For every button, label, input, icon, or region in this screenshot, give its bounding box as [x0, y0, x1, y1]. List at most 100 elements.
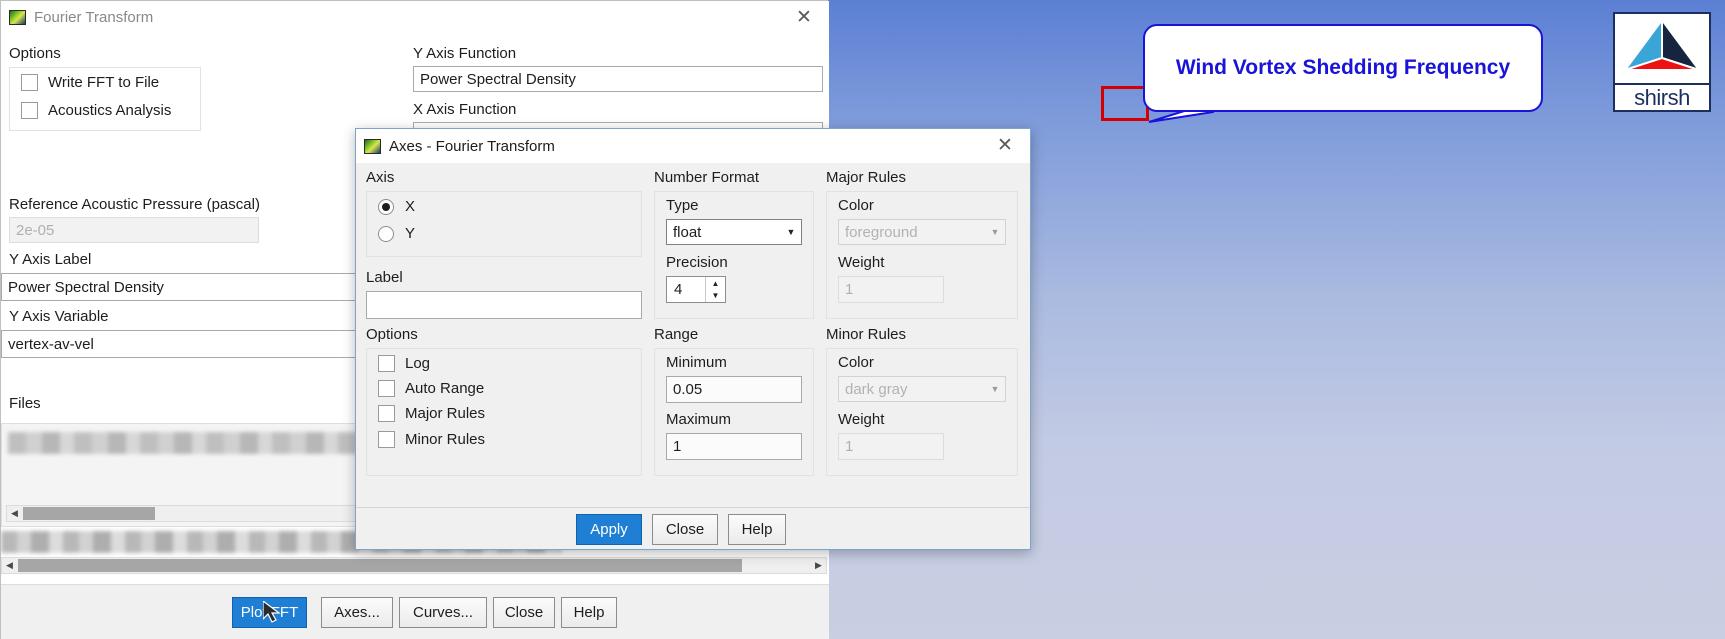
y-axis-label-field[interactable]: Power Spectral Density — [1, 273, 381, 301]
minor-weight-label: Weight — [838, 411, 885, 428]
maximum-input[interactable]: 1 — [666, 433, 802, 460]
major-color-combobox[interactable]: foreground ▼ — [838, 219, 1006, 245]
range-group-label: Range — [654, 326, 699, 343]
checkbox-acoustics-analysis[interactable]: Acoustics Analysis — [21, 102, 171, 119]
checkbox-minor-rules[interactable]: Minor Rules — [378, 431, 485, 448]
number-format-group-label: Number Format — [654, 169, 760, 186]
files-horizontal-scrollbar[interactable]: ◀ — [6, 505, 366, 522]
precision-label: Precision — [666, 254, 728, 271]
major-color-value: foreground — [845, 223, 918, 241]
radio-label: X — [405, 198, 416, 215]
fourier-transform-titlebar[interactable]: Fourier Transform ✕ — [1, 1, 829, 33]
y-axis-function-field[interactable]: Power Spectral Density — [413, 66, 823, 92]
fourier-transform-title: Fourier Transform — [34, 8, 154, 26]
minor-color-combobox[interactable]: dark gray ▼ — [838, 376, 1006, 402]
axis-label-group-label: Label — [366, 269, 403, 286]
axes-button[interactable]: Axes... — [321, 597, 393, 628]
checkbox-write-fft-to-file[interactable]: Write FFT to File — [21, 74, 159, 91]
checkbox-label: Log — [405, 355, 431, 372]
reference-acoustic-pressure-label: Reference Acoustic Pressure (pascal) — [9, 196, 260, 213]
checkbox-label: Write FFT to File — [48, 74, 160, 91]
spinner-down-icon[interactable]: ▼ — [706, 290, 725, 303]
fluent-app-icon — [364, 138, 381, 154]
brand-logo-name: shirsh — [1615, 83, 1709, 111]
annotation-callout-text: Wind Vortex Shedding Frequency — [1175, 56, 1511, 79]
checkbox-label: Acoustics Analysis — [48, 102, 172, 119]
files-label: Files — [9, 395, 41, 412]
y-axis-function-label: Y Axis Function — [413, 45, 517, 62]
dialog-horizontal-scrollbar[interactable]: ◀ ▶ — [1, 557, 827, 574]
scrollbar-thumb[interactable] — [18, 559, 742, 572]
options-group-label: Options — [9, 45, 61, 62]
checkbox-box — [378, 355, 395, 372]
scroll-left-icon[interactable]: ◀ — [2, 558, 17, 573]
type-combobox[interactable]: float ▼ — [666, 219, 802, 245]
minimum-label: Minimum — [666, 354, 727, 371]
axes-dialog: Axes - Fourier Transform ✕ Axis X Y Labe… — [355, 128, 1031, 550]
axis-label-input[interactable] — [366, 291, 642, 319]
y-axis-label-label: Y Axis Label — [9, 251, 92, 268]
type-value: float — [673, 223, 702, 241]
axes-dialog-titlebar[interactable]: Axes - Fourier Transform ✕ — [356, 129, 1030, 163]
checkbox-box — [378, 431, 395, 448]
chevron-down-icon: ▼ — [990, 384, 1000, 394]
checkbox-box — [378, 405, 395, 422]
major-weight-input[interactable]: 1 — [838, 276, 944, 303]
precision-value: 4 — [674, 281, 683, 298]
axes-dialog-body: Axis X Y Label Options Log Auto Range Ma… — [356, 163, 1030, 507]
help-button[interactable]: Help — [561, 597, 617, 628]
radio-button — [378, 225, 394, 242]
scroll-left-icon[interactable]: ◀ — [7, 506, 22, 521]
checkbox-label: Auto Range — [405, 380, 485, 397]
minor-rules-group-label: Minor Rules — [826, 326, 907, 343]
major-color-label: Color — [838, 197, 874, 214]
axis-group-label: Axis — [366, 169, 395, 186]
y-axis-variable-label: Y Axis Variable — [9, 308, 109, 325]
minimum-input[interactable]: 0.05 — [666, 376, 802, 403]
minor-weight-input[interactable]: 1 — [838, 433, 944, 460]
checkbox-label: Minor Rules — [405, 431, 486, 448]
radio-axis-x[interactable]: X — [378, 198, 415, 215]
spinner-buttons[interactable]: ▲ ▼ — [705, 277, 725, 302]
minor-color-label: Color — [838, 354, 874, 371]
x-axis-function-label: X Axis Function — [413, 101, 517, 118]
checkbox-box — [378, 380, 395, 397]
chevron-down-icon: ▼ — [786, 227, 796, 237]
reference-acoustic-pressure-field[interactable]: 2e-05 — [9, 217, 259, 243]
annotation-callout: Wind Vortex Shedding Frequency — [1143, 24, 1543, 112]
major-rules-group-label: Major Rules — [826, 169, 907, 186]
axes-dialog-button-bar: Apply Close Help — [356, 507, 1030, 551]
fluent-app-icon — [9, 9, 26, 25]
radio-button — [378, 198, 394, 215]
pyramid-logo-icon — [1615, 14, 1709, 83]
precision-spinner[interactable]: 4 ▲ ▼ — [666, 276, 726, 303]
radio-axis-y[interactable]: Y — [378, 225, 415, 242]
checkbox-box — [21, 102, 38, 119]
major-weight-label: Weight — [838, 254, 885, 271]
checkbox-auto-range[interactable]: Auto Range — [378, 380, 484, 397]
maximum-label: Maximum — [666, 411, 732, 428]
axes-dialog-title: Axes - Fourier Transform — [389, 137, 555, 155]
close-icon[interactable]: ✕ — [990, 133, 1020, 157]
checkbox-log[interactable]: Log — [378, 355, 430, 372]
apply-button[interactable]: Apply — [576, 514, 642, 545]
scrollbar-thumb[interactable] — [23, 507, 155, 520]
chevron-down-icon: ▼ — [990, 227, 1000, 237]
scroll-right-icon[interactable]: ▶ — [811, 558, 826, 573]
screenshot-root: 4.00e+00 3.50e+00 3.00e+00 2.50e+00 2.00… — [0, 0, 1725, 639]
checkbox-major-rules[interactable]: Major Rules — [378, 405, 485, 422]
type-label: Type — [666, 197, 699, 214]
close-button[interactable]: Close — [493, 597, 555, 628]
y-axis-variable-field[interactable]: vertex-av-vel — [1, 330, 381, 358]
close-icon[interactable]: ✕ — [789, 5, 819, 29]
spinner-up-icon[interactable]: ▲ — [706, 277, 725, 290]
checkbox-box — [21, 74, 38, 91]
radio-label: Y — [405, 225, 416, 242]
fourier-transform-button-bar: Plot FFT Axes... Curves... Close Help — [1, 584, 829, 639]
brand-logo: shirsh — [1613, 12, 1711, 112]
close-button[interactable]: Close — [652, 514, 718, 545]
help-button[interactable]: Help — [728, 514, 786, 545]
checkbox-label: Major Rules — [405, 405, 486, 422]
axes-options-group-label: Options — [366, 326, 418, 343]
curves-button[interactable]: Curves... — [399, 597, 487, 628]
